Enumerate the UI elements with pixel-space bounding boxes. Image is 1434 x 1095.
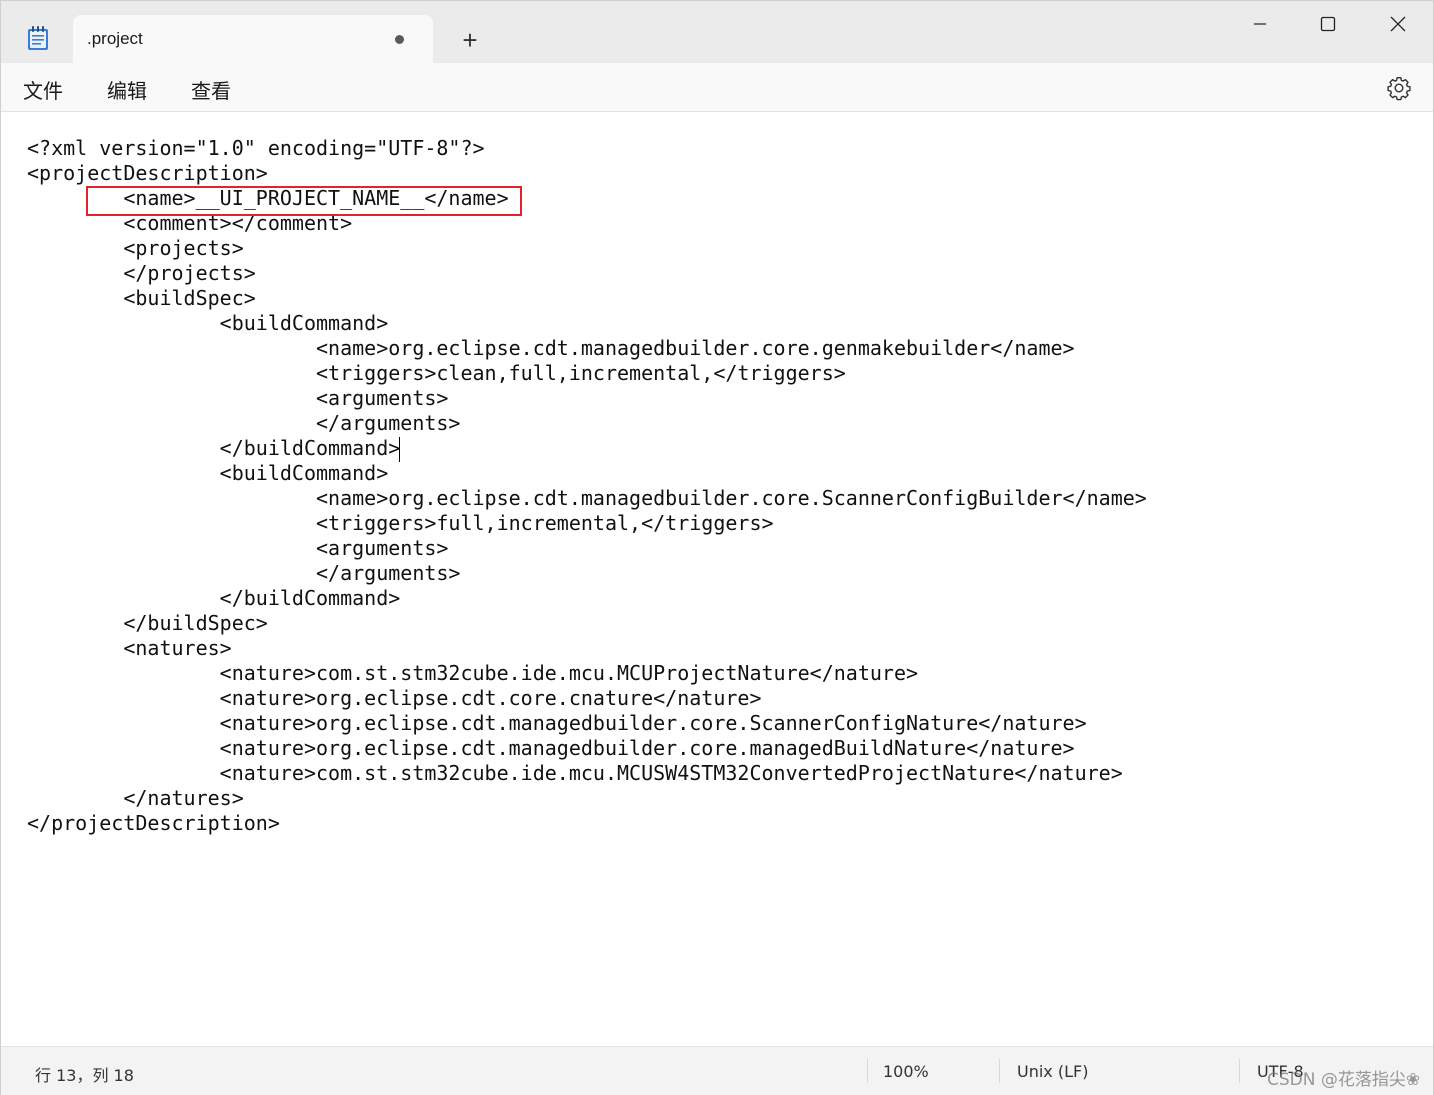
status-divider xyxy=(867,1059,868,1083)
gear-icon xyxy=(1387,77,1411,101)
code-line[interactable]: <arguments> xyxy=(27,386,1147,411)
menu-view[interactable]: 查看 xyxy=(191,75,231,104)
code-content[interactable]: <?xml version="1.0" encoding="UTF-8"?> <p… xyxy=(27,136,1147,836)
code-line[interactable]: <buildCommand> xyxy=(27,311,1147,336)
code-line[interactable]: <nature>com.st.stm32cube.ide.mcu.MCUSW4S… xyxy=(27,761,1147,786)
watermark: CSDN @花落指尖❀ xyxy=(1267,1070,1421,1090)
notepad-window: .project + 文件 编辑 查看 <?xml version="1.0" … xyxy=(0,0,1434,1095)
code-line[interactable]: <triggers>full,incremental,</triggers> xyxy=(27,511,1147,536)
minimize-button[interactable] xyxy=(1225,1,1295,47)
code-line[interactable]: <?xml version="1.0" encoding="UTF-8"?> xyxy=(27,136,1147,161)
zoom-level[interactable]: 100% xyxy=(883,1062,929,1081)
status-bar: 行 13，列 18 100% Unix (LF) UTF-8 xyxy=(1,1046,1433,1095)
notepad-icon xyxy=(27,25,49,51)
code-line[interactable]: </arguments> xyxy=(27,561,1147,586)
line-ending[interactable]: Unix (LF) xyxy=(1017,1062,1088,1081)
close-icon xyxy=(1390,16,1406,32)
status-divider xyxy=(999,1059,1000,1083)
code-line[interactable]: <projects> xyxy=(27,236,1147,261)
code-line[interactable]: <projectDescription> xyxy=(27,161,1147,186)
close-button[interactable] xyxy=(1363,1,1433,47)
tab-title: .project xyxy=(87,29,143,48)
code-line[interactable]: <buildSpec> xyxy=(27,286,1147,311)
code-line[interactable]: <nature>org.eclipse.cdt.managedbuilder.c… xyxy=(27,736,1147,761)
code-line[interactable]: <nature>com.st.stm32cube.ide.mcu.MCUProj… xyxy=(27,661,1147,686)
text-editor[interactable]: <?xml version="1.0" encoding="UTF-8"?> <p… xyxy=(1,112,1433,1046)
code-line[interactable]: <arguments> xyxy=(27,536,1147,561)
tab-project[interactable]: .project xyxy=(73,15,433,63)
highlight-annotation-box xyxy=(86,186,522,216)
title-bar: .project + xyxy=(1,1,1433,63)
code-line[interactable]: <nature>org.eclipse.cdt.core.cnature</na… xyxy=(27,686,1147,711)
code-line[interactable]: </buildCommand> xyxy=(27,436,1147,461)
menu-bar: 文件 编辑 查看 xyxy=(1,63,1433,112)
code-line[interactable]: <name>org.eclipse.cdt.managedbuilder.cor… xyxy=(27,336,1147,361)
code-line[interactable]: </buildSpec> xyxy=(27,611,1147,636)
code-line[interactable]: <natures> xyxy=(27,636,1147,661)
code-line[interactable]: <buildCommand> xyxy=(27,461,1147,486)
code-line[interactable]: <name>org.eclipse.cdt.managedbuilder.cor… xyxy=(27,486,1147,511)
unsaved-dot-icon[interactable] xyxy=(395,35,404,44)
cursor-position: 行 13，列 18 xyxy=(35,1066,134,1085)
minimize-icon xyxy=(1254,23,1266,25)
code-line[interactable]: <triggers>clean,full,incremental,</trigg… xyxy=(27,361,1147,386)
new-tab-button[interactable]: + xyxy=(453,23,487,57)
code-line[interactable]: </projects> xyxy=(27,261,1147,286)
settings-button[interactable] xyxy=(1386,75,1412,101)
menu-edit[interactable]: 编辑 xyxy=(107,75,147,104)
text-caret xyxy=(399,437,400,462)
code-line[interactable]: <nature>org.eclipse.cdt.managedbuilder.c… xyxy=(27,711,1147,736)
maximize-icon xyxy=(1320,16,1336,32)
code-line[interactable]: </natures> xyxy=(27,786,1147,811)
code-line[interactable]: </arguments> xyxy=(27,411,1147,436)
maximize-button[interactable] xyxy=(1293,1,1363,47)
code-line[interactable]: </projectDescription> xyxy=(27,811,1147,836)
status-divider xyxy=(1239,1059,1240,1083)
code-line[interactable]: </buildCommand> xyxy=(27,586,1147,611)
menu-file[interactable]: 文件 xyxy=(23,75,63,104)
